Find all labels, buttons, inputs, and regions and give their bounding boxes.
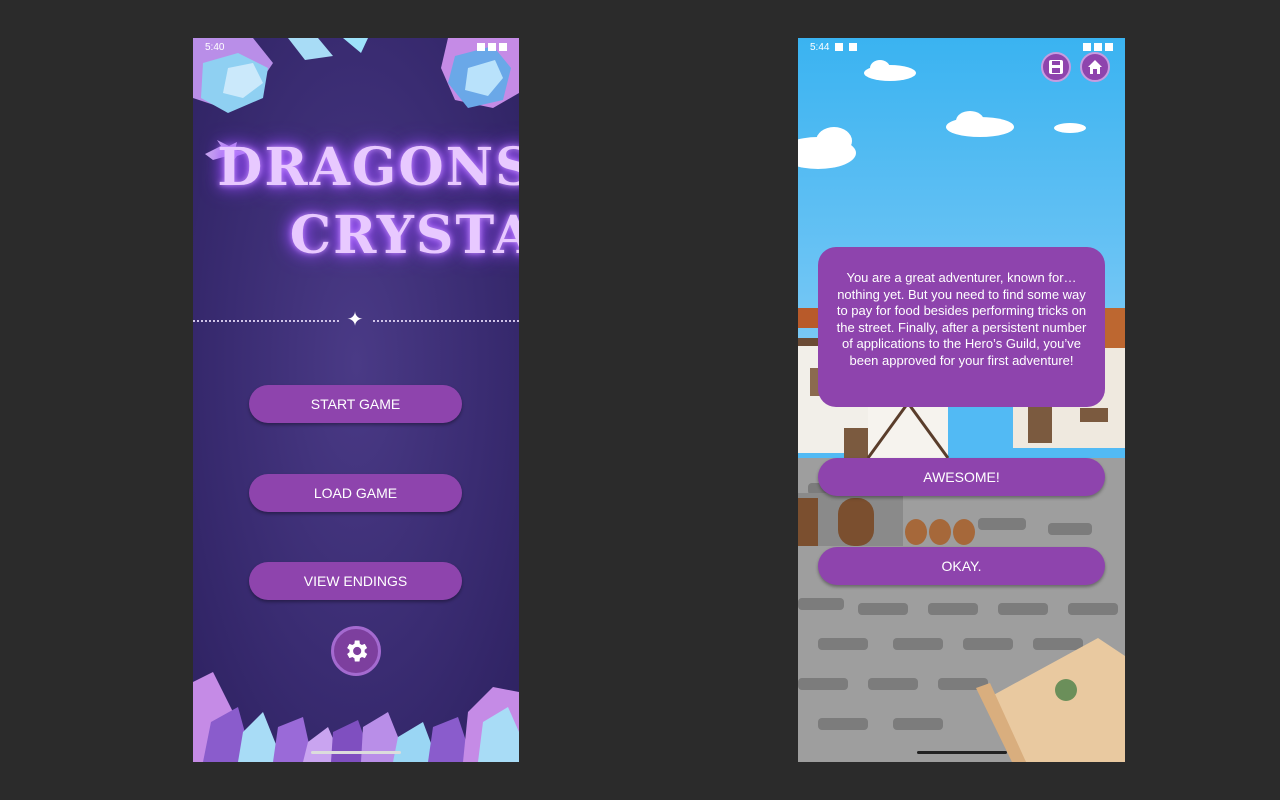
floppy-disk-icon xyxy=(1049,60,1063,74)
home-icon xyxy=(1088,60,1102,74)
awesome-choice-button[interactable]: AWESOME! xyxy=(818,458,1105,496)
status-bar: 5:40 xyxy=(205,40,507,54)
load-game-button[interactable]: LOAD GAME xyxy=(249,474,462,512)
sparkle-icon: ✦ xyxy=(346,309,364,331)
game-title-line1: DRAGONS xyxy=(217,137,519,198)
signal-icon xyxy=(488,43,496,51)
home-button[interactable] xyxy=(1080,52,1110,82)
game-title-line2: CRYSTAL xyxy=(289,205,519,266)
main-menu-screen: 5:40 DRAGONS CRYSTAL ✦ START GAME LOAD G… xyxy=(193,38,519,762)
status-bar: 5:44 xyxy=(810,40,1113,54)
view-endings-button[interactable]: VIEW ENDINGS xyxy=(249,562,462,600)
home-indicator xyxy=(311,751,401,754)
wifi-icon xyxy=(477,43,485,51)
start-game-button[interactable]: START GAME xyxy=(249,385,462,423)
chain-divider-right xyxy=(373,320,519,322)
status-time: 5:40 xyxy=(205,41,225,53)
status-icons xyxy=(477,43,507,51)
save-button[interactable] xyxy=(1041,52,1071,82)
story-screen: 5:44 You are a great adventurer, known f… xyxy=(798,38,1125,762)
okay-choice-button[interactable]: OKAY. xyxy=(818,547,1105,585)
status-time: 5:44 xyxy=(810,41,830,53)
sim-icon xyxy=(835,43,844,51)
settings-button[interactable] xyxy=(331,626,381,676)
chain-divider-left xyxy=(193,320,339,322)
wifi-icon xyxy=(1083,43,1091,51)
home-indicator xyxy=(916,751,1007,754)
status-icons xyxy=(1083,43,1113,51)
battery-icon xyxy=(1105,43,1113,51)
crystal-decoration-bottom xyxy=(193,672,519,762)
gear-icon xyxy=(347,640,368,662)
notification-icon xyxy=(849,43,858,51)
battery-icon xyxy=(499,43,507,51)
signal-icon xyxy=(1094,43,1102,51)
story-dialog: You are a great adventurer, known for… n… xyxy=(818,247,1105,407)
